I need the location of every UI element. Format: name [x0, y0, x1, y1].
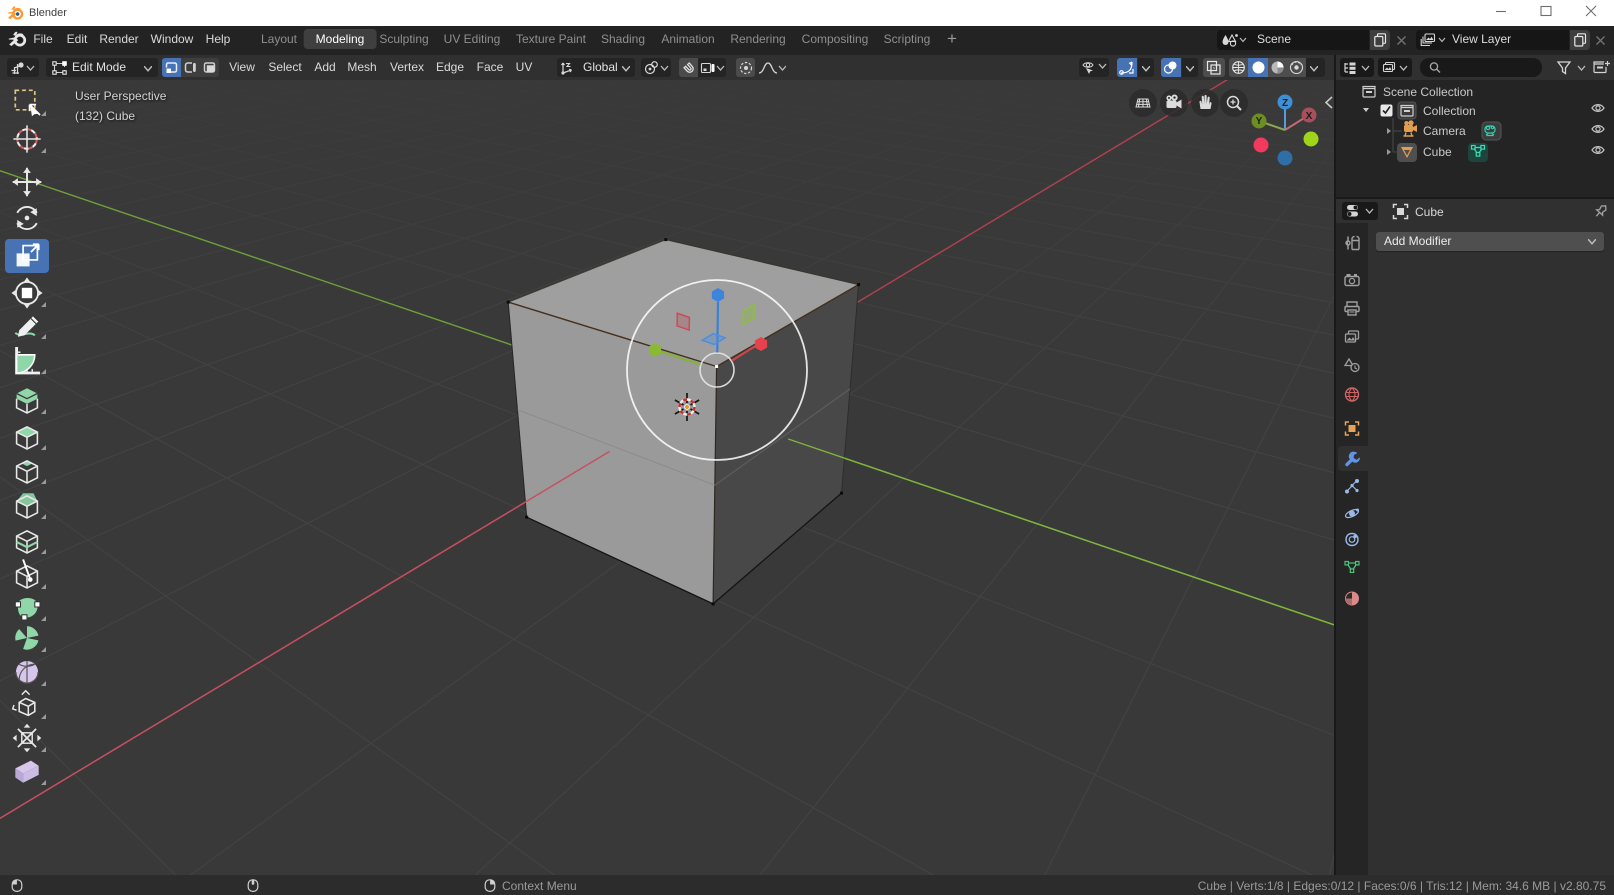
svg-text:X: X [1306, 111, 1313, 122]
svg-text:Z: Z [1282, 98, 1288, 109]
svg-text:Scene Collection: Scene Collection [1383, 85, 1473, 99]
svg-text:Cube: Cube [1423, 145, 1452, 159]
svg-text:Y: Y [1256, 116, 1263, 127]
svg-text:Camera: Camera [1423, 124, 1466, 138]
svg-text:Collection: Collection [1423, 104, 1476, 118]
